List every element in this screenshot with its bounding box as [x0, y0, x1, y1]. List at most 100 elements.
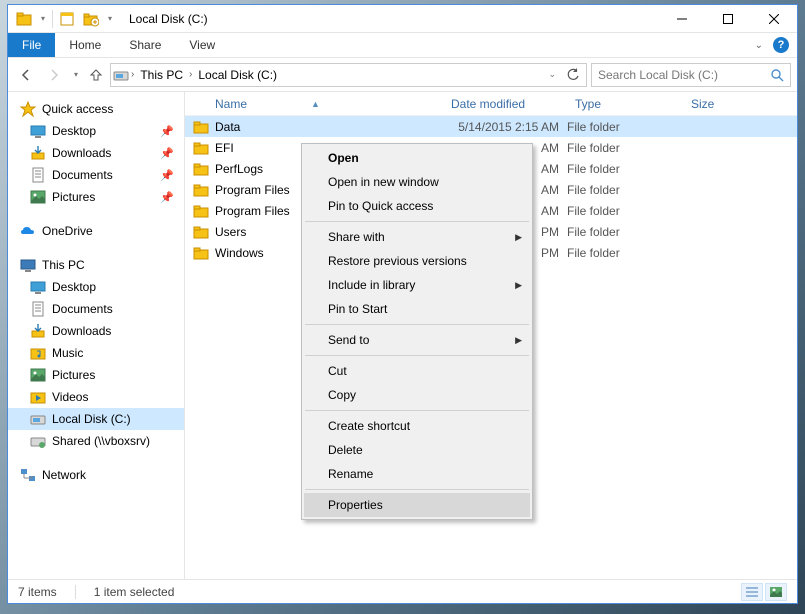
file-type: File folder — [567, 183, 683, 197]
sidebar-item-label: Network — [42, 468, 86, 482]
sidebar-item-documents[interactable]: Documents — [8, 298, 184, 320]
sidebar-item-label: Documents — [52, 168, 113, 182]
menu-separator — [305, 324, 529, 325]
sidebar-item-label: This PC — [42, 258, 85, 272]
tab-home[interactable]: Home — [55, 33, 115, 57]
menu-item-include-in-library[interactable]: Include in library — [304, 273, 530, 297]
refresh-icon[interactable] — [562, 68, 584, 82]
sidebar-item-label: Pictures — [52, 368, 95, 382]
folder-icon — [30, 279, 46, 295]
thumbnails-view-button[interactable] — [765, 583, 787, 601]
details-view-button[interactable] — [741, 583, 763, 601]
tab-file[interactable]: File — [8, 33, 55, 57]
sidebar-network[interactable]: Network — [8, 464, 184, 486]
minimize-button[interactable] — [659, 5, 705, 33]
menu-item-pin-to-start[interactable]: Pin to Start — [304, 297, 530, 321]
navigation-pane[interactable]: Quick access Desktop📌Downloads📌Documents… — [8, 92, 185, 579]
sidebar-item-pictures[interactable]: Pictures📌 — [8, 186, 184, 208]
search-input[interactable]: Search Local Disk (C:) — [591, 63, 791, 87]
status-bar: 7 items 1 item selected — [8, 579, 797, 603]
file-name: PerfLogs — [215, 162, 263, 176]
drive-icon — [113, 67, 129, 83]
sidebar-item-local-disk-c-[interactable]: Local Disk (C:) — [8, 408, 184, 430]
sidebar-item-documents[interactable]: Documents 📌 — [8, 164, 184, 186]
menu-item-open[interactable]: Open — [304, 146, 530, 170]
history-dropdown[interactable]: ▾ — [70, 63, 82, 87]
breadcrumb[interactable]: This PC — [136, 68, 187, 82]
sidebar-item-shared-vboxsrv-[interactable]: Shared (\\vboxsrv) — [8, 430, 184, 452]
sidebar-onedrive[interactable]: OneDrive — [8, 220, 184, 242]
up-button[interactable] — [86, 63, 106, 87]
properties-icon[interactable] — [57, 9, 77, 29]
sidebar-item-pictures[interactable]: Pictures — [8, 364, 184, 386]
maximize-button[interactable] — [705, 5, 751, 33]
folder-icon — [193, 182, 209, 198]
menu-item-copy[interactable]: Copy — [304, 383, 530, 407]
sidebar-item-downloads[interactable]: Downloads📌 — [8, 142, 184, 164]
sidebar-item-music[interactable]: Music — [8, 342, 184, 364]
file-type: File folder — [567, 162, 683, 176]
menu-item-cut[interactable]: Cut — [304, 359, 530, 383]
ribbon-expand-icon[interactable]: ⌄ — [755, 40, 763, 51]
folder-icon — [193, 119, 209, 135]
column-name[interactable]: Name ▲ — [185, 97, 443, 111]
sidebar-item-desktop[interactable]: Desktop — [8, 276, 184, 298]
file-date: 5/14/2015 2:15 AM — [443, 120, 567, 134]
sidebar-this-pc[interactable]: This PC — [8, 254, 184, 276]
address-dropdown-icon[interactable]: ⌄ — [544, 69, 560, 80]
column-date[interactable]: Date modified — [443, 97, 567, 111]
back-button[interactable] — [14, 63, 38, 87]
sidebar-item-videos[interactable]: Videos — [8, 386, 184, 408]
tab-view[interactable]: View — [175, 33, 229, 57]
explorer-window: ▾ ▾ Local Disk (C:) File Home Share View… — [7, 4, 798, 604]
menu-item-properties[interactable]: Properties — [304, 493, 530, 517]
breadcrumb[interactable]: Local Disk (C:) — [194, 68, 281, 82]
folder-icon — [30, 323, 46, 339]
file-name: Program Files — [215, 204, 290, 218]
network-icon — [20, 467, 36, 483]
file-type: File folder — [567, 246, 683, 260]
quick-access-toolbar: ▾ ▾ — [8, 9, 121, 29]
sidebar-quick-access[interactable]: Quick access — [8, 98, 184, 120]
menu-item-open-in-new-window[interactable]: Open in new window — [304, 170, 530, 194]
sidebar-item-label: Downloads — [52, 146, 111, 160]
qat-dropdown[interactable]: ▾ — [38, 9, 48, 29]
explorer-icon — [14, 9, 34, 29]
new-folder-icon[interactable] — [81, 9, 101, 29]
column-type[interactable]: Type — [567, 97, 683, 111]
pin-icon: 📌 — [160, 125, 174, 138]
folder-icon — [30, 167, 46, 183]
sidebar-item-label: Pictures — [52, 190, 95, 204]
folder-icon — [30, 123, 46, 139]
help-icon[interactable]: ? — [773, 37, 789, 53]
menu-item-share-with[interactable]: Share with — [304, 225, 530, 249]
column-size[interactable]: Size — [683, 97, 797, 111]
folder-icon — [193, 245, 209, 261]
sidebar-item-downloads[interactable]: Downloads — [8, 320, 184, 342]
address-bar[interactable]: › This PC › Local Disk (C:) ⌄ — [110, 63, 587, 87]
sidebar-item-label: Videos — [52, 390, 88, 404]
file-row[interactable]: Data5/14/2015 2:15 AMFile folder — [185, 116, 797, 137]
folder-icon — [30, 367, 46, 383]
sidebar-item-label: Music — [52, 346, 83, 360]
sidebar-item-label: Documents — [52, 302, 113, 316]
menu-item-pin-to-quick-access[interactable]: Pin to Quick access — [304, 194, 530, 218]
menu-item-delete[interactable]: Delete — [304, 438, 530, 462]
menu-item-rename[interactable]: Rename — [304, 462, 530, 486]
close-button[interactable] — [751, 5, 797, 33]
chevron-icon[interactable]: › — [131, 69, 134, 80]
file-name: Users — [215, 225, 246, 239]
sidebar-item-desktop[interactable]: Desktop📌 — [8, 120, 184, 142]
sidebar-item-label: OneDrive — [42, 224, 93, 238]
menu-item-create-shortcut[interactable]: Create shortcut — [304, 414, 530, 438]
pin-icon: 📌 — [160, 169, 174, 182]
menu-item-send-to[interactable]: Send to — [304, 328, 530, 352]
tab-share[interactable]: Share — [115, 33, 175, 57]
forward-button[interactable] — [42, 63, 66, 87]
chevron-icon[interactable]: › — [189, 69, 192, 80]
window-title: Local Disk (C:) — [121, 12, 659, 26]
file-type: File folder — [567, 225, 683, 239]
menu-item-restore-previous-versions[interactable]: Restore previous versions — [304, 249, 530, 273]
menu-separator — [305, 221, 529, 222]
qat-customize-dropdown[interactable]: ▾ — [105, 9, 115, 29]
